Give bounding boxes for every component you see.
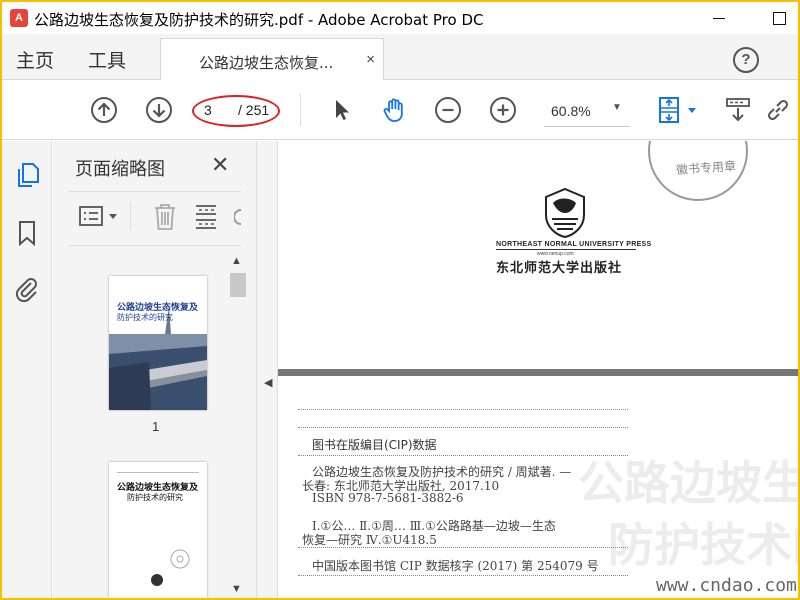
toolbar-divider [300,94,301,126]
tab-bar: 主页 工具 公路边坡生态恢复... × ? [2,34,798,81]
dotted-rule-2 [298,427,628,428]
stamp-text: 徽书专用章 [675,158,737,178]
zoom-dropdown-chevron-icon[interactable]: ▼ [612,102,622,113]
fit-page-icon[interactable] [656,96,700,124]
cursor-arrow-icon[interactable] [328,96,356,124]
panel-divider-lower [68,245,241,246]
zoom-level-value[interactable]: 60.8% [551,103,591,119]
page-number-input[interactable]: 3 [204,102,238,122]
scroll-up-arrow-icon[interactable]: ▲ [231,255,242,267]
publisher-rule [496,249,636,250]
page-thumbnails-panel: 页面缩略图 ✕ 公路边坡生态恢复及 防护技术的研究 1 公路边坡生态恢复及 防护… [53,141,256,598]
help-button[interactable]: ? [733,47,759,73]
overflow-icon[interactable] [234,202,242,232]
acrobat-app-icon: A [10,9,28,27]
background-ghost-text-1: 公路边坡生态 [578,456,798,510]
background-ghost-text-2: 防护技术的研 [608,518,798,572]
thumbnail-2-subtitle: 防护技术的研究 [127,493,183,502]
extract-icon[interactable] [193,202,219,232]
minimize-button[interactable] [702,6,736,30]
hand-tool-icon[interactable] [380,96,408,124]
dotted-rule-3 [298,455,628,456]
plus-circle-icon [497,104,509,116]
dotted-rule-top [298,409,628,410]
tab-home[interactable]: 主页 [16,46,54,73]
publisher-logo-icon [151,574,163,586]
tab-tools[interactable]: 工具 [88,46,126,73]
zoom-out-button[interactable] [435,97,461,123]
tab-document[interactable]: 公路边坡生态恢复... × [160,38,384,81]
page-count: / 251 [238,102,270,118]
page-thumbnails-icon[interactable] [14,161,40,189]
zoom-in-button[interactable] [490,97,516,123]
thumbnail-scrollbar[interactable]: ▲ ▼ [228,251,246,598]
publisher-logo-icon [545,187,585,239]
cip-line-5: 恢复—研究 Ⅳ.①U418.5 [302,533,437,547]
previous-page-button[interactable] [91,97,117,123]
maximize-button[interactable] [762,6,796,30]
trash-icon[interactable] [152,202,178,232]
arrow-up-circle-icon [97,102,111,116]
cip-line-6: 中国版本图书馆 CIP 数据核字 (2017) 第 254079 号 [312,559,599,573]
bookmark-icon[interactable] [14,219,40,247]
next-page-button[interactable] [146,97,172,123]
collapse-panel-arrow-icon[interactable]: ◀ [264,376,272,389]
panel-title: 页面缩略图 [75,159,165,180]
close-tab-button[interactable]: × [366,51,375,68]
minus-circle-icon [442,108,454,112]
scroll-mode-icon[interactable] [724,96,752,124]
thumbnail-1-page-label: 1 [152,419,160,434]
library-stamp: 徽书专用章 [648,141,748,201]
zoom-field-underline [544,126,630,127]
publisher-chinese-name: 东北师范大学出版社 [496,261,623,276]
page-separator [278,369,798,376]
window-title: 公路边坡生态恢复及防护技术的研究.pdf - Adobe Acrobat Pro… [34,11,484,29]
cip-heading: 图书在版编目(CIP)数据 [312,438,437,452]
options-menu-icon[interactable] [78,204,124,230]
document-view[interactable]: 徽书专用章 NORTHEAST NORMAL UNIVERSITY PRESS … [278,141,798,598]
page-thumbnail-2[interactable]: 公路边坡生态恢复及 防护技术的研究 [109,462,207,598]
left-navigation-rail [2,141,52,598]
paperclip-icon[interactable] [14,275,40,303]
thumbnail-1-subtitle: 防护技术的研究 [117,313,173,322]
document-tab-label: 公路边坡生态恢复... [199,54,334,72]
thumbnail-toolbar-divider [130,202,131,230]
link-icon[interactable] [764,96,792,124]
thumbnail-2-rule [117,472,199,473]
close-panel-button[interactable]: ✕ [211,152,229,178]
panel-collapse-gutter[interactable]: ◀ [256,141,278,598]
dotted-rule-4 [298,547,628,548]
thumbnail-toolbar [68,192,242,244]
arrow-down-circle-icon [152,104,166,118]
cip-line-3: ISBN 978-7-5681-3882-6 [312,491,464,505]
acrobat-window: A 公路边坡生态恢复及防护技术的研究.pdf - Adobe Acrobat P… [2,2,798,598]
scrollbar-thumb[interactable] [230,273,246,297]
page-thumbnail-1[interactable]: 公路边坡生态恢复及 防护技术的研究 [109,276,207,410]
dotted-rule-5 [298,575,628,576]
cover-image [109,276,207,410]
main-toolbar: 3 / 251 60.8% ▼ [2,80,798,140]
site-watermark: www.cndao.com [656,575,797,596]
title-bar: A 公路边坡生态恢复及防护技术的研究.pdf - Adobe Acrobat P… [2,2,798,34]
publisher-english-name: NORTHEAST NORMAL UNIVERSITY PRESS [496,241,652,248]
seal-icon [170,549,190,569]
scroll-down-arrow-icon[interactable]: ▼ [231,583,242,595]
